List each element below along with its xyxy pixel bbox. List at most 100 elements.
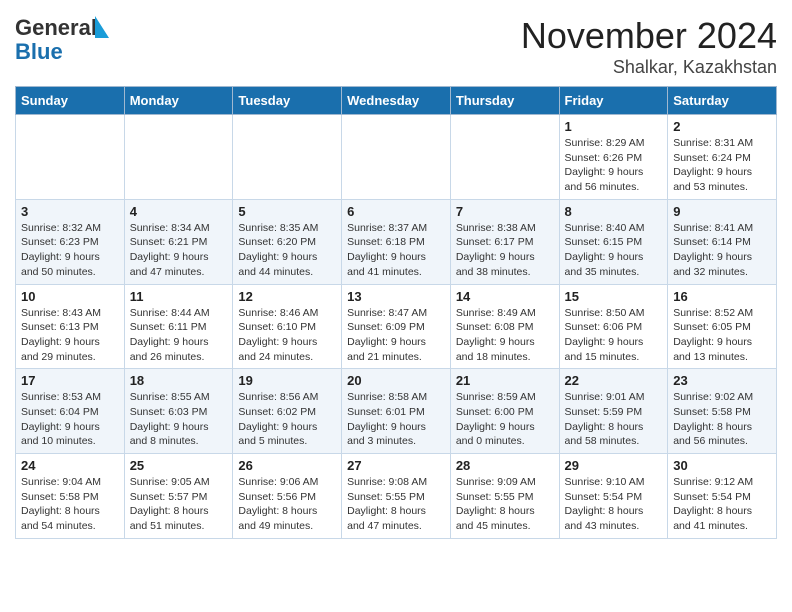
day-number: 29	[565, 458, 663, 473]
day-number: 9	[673, 204, 771, 219]
day-detail: Sunrise: 8:56 AM Sunset: 6:02 PM Dayligh…	[238, 390, 336, 449]
day-number: 11	[130, 289, 228, 304]
day-detail: Sunrise: 8:40 AM Sunset: 6:15 PM Dayligh…	[565, 221, 663, 280]
day-number: 14	[456, 289, 554, 304]
title-block: November 2024 Shalkar, Kazakhstan	[521, 15, 777, 78]
day-detail: Sunrise: 8:34 AM Sunset: 6:21 PM Dayligh…	[130, 221, 228, 280]
month-year-title: November 2024	[521, 15, 777, 57]
day-number: 7	[456, 204, 554, 219]
weekday-header-thursday: Thursday	[450, 87, 559, 115]
day-number: 26	[238, 458, 336, 473]
calendar-cell: 6Sunrise: 8:37 AM Sunset: 6:18 PM Daylig…	[342, 199, 451, 284]
weekday-header-monday: Monday	[124, 87, 233, 115]
day-detail: Sunrise: 8:32 AM Sunset: 6:23 PM Dayligh…	[21, 221, 119, 280]
day-detail: Sunrise: 8:41 AM Sunset: 6:14 PM Dayligh…	[673, 221, 771, 280]
calendar-cell: 4 Sunrise: 8:34 AM Sunset: 6:21 PM Daylig…	[124, 199, 233, 284]
weekday-header-tuesday: Tuesday	[233, 87, 342, 115]
calendar-cell: 20 Sunrise: 8:58 AM Sunset: 6:01 PM Dayli…	[342, 369, 451, 454]
day-number: 4	[130, 204, 228, 219]
weekday-header-wednesday: Wednesday	[342, 87, 451, 115]
calendar-cell: 2 Sunrise: 8:31 AM Sunset: 6:24 PM Daylig…	[668, 115, 777, 200]
day-number: 25	[130, 458, 228, 473]
day-detail: Sunrise: 8:55 AM Sunset: 6:03 PM Dayligh…	[130, 390, 228, 449]
calendar-cell: 11 Sunrise: 8:44 AM Sunset: 6:11 PM Dayli…	[124, 284, 233, 369]
calendar-cell: 7 Sunrise: 8:38 AM Sunset: 6:17 PM Daylig…	[450, 199, 559, 284]
location-subtitle: Shalkar, Kazakhstan	[521, 57, 777, 78]
day-detail: Sunrise: 9:01 AM Sunset: 5:59 PM Dayligh…	[565, 390, 663, 449]
day-number: 18	[130, 373, 228, 388]
weekday-header-sunday: Sunday	[16, 87, 125, 115]
calendar-cell: 14Sunrise: 8:49 AM Sunset: 6:08 PM Dayli…	[450, 284, 559, 369]
logo-general-part: General	[15, 15, 97, 40]
calendar-week-3: 10Sunrise: 8:43 AM Sunset: 6:13 PM Dayli…	[16, 284, 777, 369]
page-header: General Blue November 2024 Shalkar, Kaza…	[15, 15, 777, 78]
calendar-week-5: 24 Sunrise: 9:04 AM Sunset: 5:58 PM Dayli…	[16, 454, 777, 539]
day-number: 20	[347, 373, 445, 388]
weekday-header-saturday: Saturday	[668, 87, 777, 115]
day-detail: Sunrise: 8:52 AM Sunset: 6:05 PM Dayligh…	[673, 306, 771, 365]
day-detail: Sunrise: 9:12 AM Sunset: 5:54 PM Dayligh…	[673, 475, 771, 534]
calendar-cell	[16, 115, 125, 200]
calendar-cell: 12 Sunrise: 8:46 AM Sunset: 6:10 PM Dayli…	[233, 284, 342, 369]
day-detail: Sunrise: 8:44 AM Sunset: 6:11 PM Dayligh…	[130, 306, 228, 365]
weekday-header-friday: Friday	[559, 87, 668, 115]
calendar-cell	[124, 115, 233, 200]
calendar-cell: 3Sunrise: 8:32 AM Sunset: 6:23 PM Daylig…	[16, 199, 125, 284]
day-number: 10	[21, 289, 119, 304]
day-detail: Sunrise: 8:53 AM Sunset: 6:04 PM Dayligh…	[21, 390, 119, 449]
calendar-cell: 26 Sunrise: 9:06 AM Sunset: 5:56 PM Dayli…	[233, 454, 342, 539]
day-number: 22	[565, 373, 663, 388]
day-detail: Sunrise: 8:31 AM Sunset: 6:24 PM Dayligh…	[673, 136, 771, 195]
day-detail: Sunrise: 8:38 AM Sunset: 6:17 PM Dayligh…	[456, 221, 554, 280]
calendar-cell: 28Sunrise: 9:09 AM Sunset: 5:55 PM Dayli…	[450, 454, 559, 539]
calendar-cell: 8 Sunrise: 8:40 AM Sunset: 6:15 PM Daylig…	[559, 199, 668, 284]
day-number: 23	[673, 373, 771, 388]
calendar-cell: 17 Sunrise: 8:53 AM Sunset: 6:04 PM Dayli…	[16, 369, 125, 454]
logo-triangle-icon	[95, 16, 109, 38]
calendar-week-1: 1Sunrise: 8:29 AM Sunset: 6:26 PM Daylig…	[16, 115, 777, 200]
day-detail: Sunrise: 9:04 AM Sunset: 5:58 PM Dayligh…	[21, 475, 119, 534]
calendar-cell: 19 Sunrise: 8:56 AM Sunset: 6:02 PM Dayli…	[233, 369, 342, 454]
calendar-cell: 10Sunrise: 8:43 AM Sunset: 6:13 PM Dayli…	[16, 284, 125, 369]
calendar-cell: 18 Sunrise: 8:55 AM Sunset: 6:03 PM Dayli…	[124, 369, 233, 454]
day-number: 2	[673, 119, 771, 134]
day-detail: Sunrise: 8:46 AM Sunset: 6:10 PM Dayligh…	[238, 306, 336, 365]
logo-text-general: General	[15, 15, 109, 41]
day-detail: Sunrise: 9:10 AM Sunset: 5:54 PM Dayligh…	[565, 475, 663, 534]
day-number: 15	[565, 289, 663, 304]
day-detail: Sunrise: 8:50 AM Sunset: 6:06 PM Dayligh…	[565, 306, 663, 365]
day-number: 24	[21, 458, 119, 473]
calendar-cell: 15 Sunrise: 8:50 AM Sunset: 6:06 PM Dayli…	[559, 284, 668, 369]
calendar-cell: 21Sunrise: 8:59 AM Sunset: 6:00 PM Dayli…	[450, 369, 559, 454]
day-detail: Sunrise: 8:47 AM Sunset: 6:09 PM Dayligh…	[347, 306, 445, 365]
calendar-cell: 29 Sunrise: 9:10 AM Sunset: 5:54 PM Dayli…	[559, 454, 668, 539]
calendar-cell: 25 Sunrise: 9:05 AM Sunset: 5:57 PM Dayli…	[124, 454, 233, 539]
day-number: 13	[347, 289, 445, 304]
day-number: 5	[238, 204, 336, 219]
day-detail: Sunrise: 8:35 AM Sunset: 6:20 PM Dayligh…	[238, 221, 336, 280]
day-detail: Sunrise: 9:02 AM Sunset: 5:58 PM Dayligh…	[673, 390, 771, 449]
day-number: 6	[347, 204, 445, 219]
day-detail: Sunrise: 9:06 AM Sunset: 5:56 PM Dayligh…	[238, 475, 336, 534]
day-detail: Sunrise: 8:58 AM Sunset: 6:01 PM Dayligh…	[347, 390, 445, 449]
calendar-cell: 23 Sunrise: 9:02 AM Sunset: 5:58 PM Dayli…	[668, 369, 777, 454]
calendar-cell	[233, 115, 342, 200]
day-detail: Sunrise: 8:29 AM Sunset: 6:26 PM Dayligh…	[565, 136, 663, 195]
day-number: 19	[238, 373, 336, 388]
calendar-cell: 24 Sunrise: 9:04 AM Sunset: 5:58 PM Dayli…	[16, 454, 125, 539]
calendar-week-4: 17 Sunrise: 8:53 AM Sunset: 6:04 PM Dayli…	[16, 369, 777, 454]
day-number: 27	[347, 458, 445, 473]
day-number: 8	[565, 204, 663, 219]
day-number: 17	[21, 373, 119, 388]
logo: General Blue	[15, 15, 109, 63]
calendar-cell: 13 Sunrise: 8:47 AM Sunset: 6:09 PM Dayli…	[342, 284, 451, 369]
calendar-table: SundayMondayTuesdayWednesdayThursdayFrid…	[15, 86, 777, 539]
day-detail: Sunrise: 9:09 AM Sunset: 5:55 PM Dayligh…	[456, 475, 554, 534]
day-detail: Sunrise: 8:59 AM Sunset: 6:00 PM Dayligh…	[456, 390, 554, 449]
day-number: 30	[673, 458, 771, 473]
calendar-cell: 5 Sunrise: 8:35 AM Sunset: 6:20 PM Daylig…	[233, 199, 342, 284]
calendar-cell: 30 Sunrise: 9:12 AM Sunset: 5:54 PM Dayli…	[668, 454, 777, 539]
calendar-cell: 16Sunrise: 8:52 AM Sunset: 6:05 PM Dayli…	[668, 284, 777, 369]
day-detail: Sunrise: 9:05 AM Sunset: 5:57 PM Dayligh…	[130, 475, 228, 534]
day-number: 12	[238, 289, 336, 304]
